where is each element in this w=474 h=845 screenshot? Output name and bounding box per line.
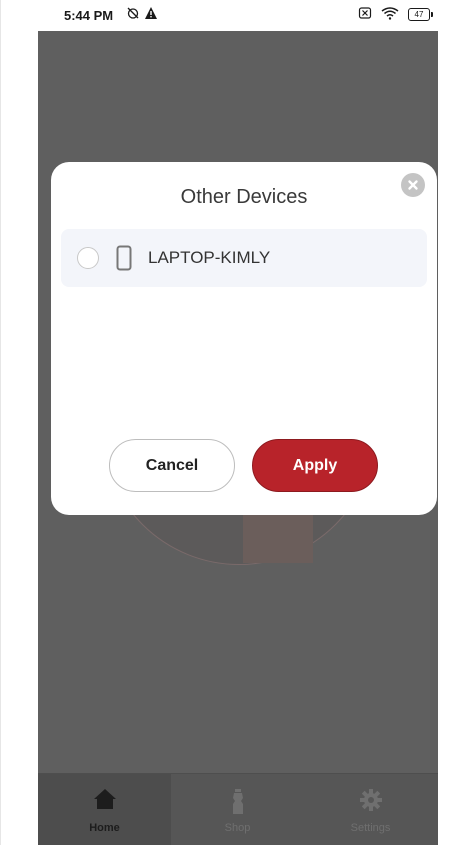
edge-divider	[0, 0, 1, 845]
device-name: LAPTOP-KIMLY	[148, 248, 271, 267]
wifi-icon	[381, 6, 399, 24]
close-button[interactable]	[401, 173, 425, 197]
alarm-off-icon	[126, 6, 140, 24]
dialog-title: Other Devices	[180, 186, 308, 208]
cancel-button[interactable]: Cancel	[109, 439, 235, 492]
nav-item-settings[interactable]: Settings	[304, 774, 437, 845]
close-icon	[408, 180, 418, 190]
nav-label-shop: Shop	[224, 822, 251, 834]
nav-label-home: Home	[89, 822, 120, 834]
battery-icon: 47	[408, 8, 433, 21]
device-list-item[interactable]: LAPTOP-KIMLY	[61, 229, 427, 287]
warning-icon	[144, 6, 158, 24]
other-devices-dialog: Other Devices LAPTOP-KIMLY Cancel Apply	[51, 162, 437, 515]
device-radio[interactable]	[77, 247, 99, 269]
status-bar: 5:44 PM 47	[38, 0, 438, 31]
nav-item-home[interactable]: Home	[38, 774, 171, 845]
sim-off-icon	[358, 6, 372, 24]
nav-item-shop[interactable]: Shop	[171, 774, 304, 845]
status-time: 5:44 PM	[64, 8, 114, 23]
gear-icon	[359, 788, 383, 817]
phone-icon	[116, 245, 132, 276]
home-icon	[93, 788, 117, 815]
nav-label-settings: Settings	[350, 822, 391, 834]
bottom-navigation: Home Shop Settings	[38, 773, 438, 845]
screen: 5:44 PM 47 Home Shop Settings Other Devi…	[0, 0, 474, 845]
shop-icon	[230, 788, 246, 821]
apply-button[interactable]: Apply	[252, 439, 378, 492]
